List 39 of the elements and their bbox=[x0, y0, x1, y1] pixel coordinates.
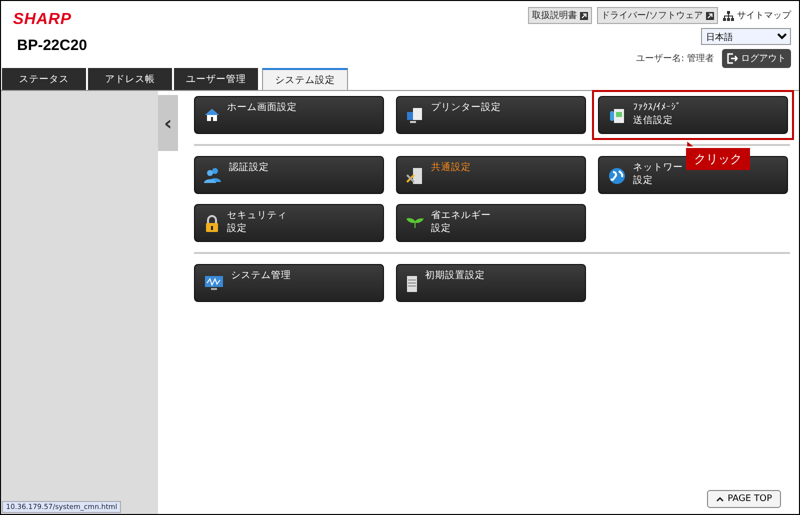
settings-button[interactable]: 共通設定 bbox=[396, 156, 586, 194]
settings-button[interactable]: 省エネルギー 設定 bbox=[396, 204, 586, 242]
page-top-button[interactable]: PAGE TOP bbox=[706, 490, 781, 508]
home-icon bbox=[204, 107, 220, 123]
settings-button[interactable]: 認証設定 bbox=[194, 156, 384, 194]
tools-icon bbox=[406, 167, 424, 185]
printer-icon bbox=[406, 107, 424, 125]
brand-logo: SHARP bbox=[13, 11, 73, 29]
language-select[interactable]: 日本語 bbox=[701, 28, 791, 45]
external-link-icon bbox=[706, 12, 714, 20]
lock-icon bbox=[204, 215, 220, 233]
manual-link[interactable]: 取扱説明書 bbox=[528, 7, 592, 24]
sprout-icon bbox=[406, 215, 424, 229]
logout-button[interactable]: ログアウト bbox=[722, 49, 791, 68]
user-name: ユーザー名: 管理者 bbox=[636, 52, 714, 65]
model-name: BP-22C20 bbox=[17, 37, 88, 54]
nav-tab[interactable]: アドレス帳 bbox=[88, 68, 172, 90]
nav-tab[interactable]: ユーザー管理 bbox=[174, 68, 258, 90]
fax-icon bbox=[608, 107, 626, 125]
settings-button[interactable]: セキュリティ 設定 bbox=[194, 204, 384, 242]
settings-button[interactable]: システム管理 bbox=[194, 264, 384, 302]
manual-link[interactable]: ドライバー/ソフトウェア bbox=[596, 7, 718, 24]
settings-button[interactable]: ホーム画面設定 bbox=[194, 96, 384, 134]
external-link-icon bbox=[580, 12, 588, 20]
collapse-button[interactable]: ‹ bbox=[158, 95, 178, 151]
monitor-icon bbox=[204, 275, 224, 291]
logout-icon bbox=[727, 53, 738, 64]
settings-button[interactable]: プリンター設定 bbox=[396, 96, 586, 134]
sitemap-icon bbox=[723, 10, 734, 20]
sitemap-link[interactable]: サイトマップ bbox=[723, 9, 791, 22]
settings-button[interactable]: ﾌｧｸｽ/ｲﾒｰｼﾞ 送信設定 bbox=[598, 96, 788, 134]
server-icon bbox=[406, 275, 418, 293]
callout-tooltip: クリック bbox=[686, 140, 750, 170]
users-icon bbox=[204, 167, 222, 183]
nav-tab[interactable]: ステータス bbox=[2, 68, 86, 90]
nav-tab[interactable]: システム設定 bbox=[262, 68, 348, 90]
chevron-up-icon bbox=[716, 496, 724, 502]
settings-button[interactable]: 初期設置設定 bbox=[396, 264, 586, 302]
globe-icon bbox=[608, 167, 626, 185]
